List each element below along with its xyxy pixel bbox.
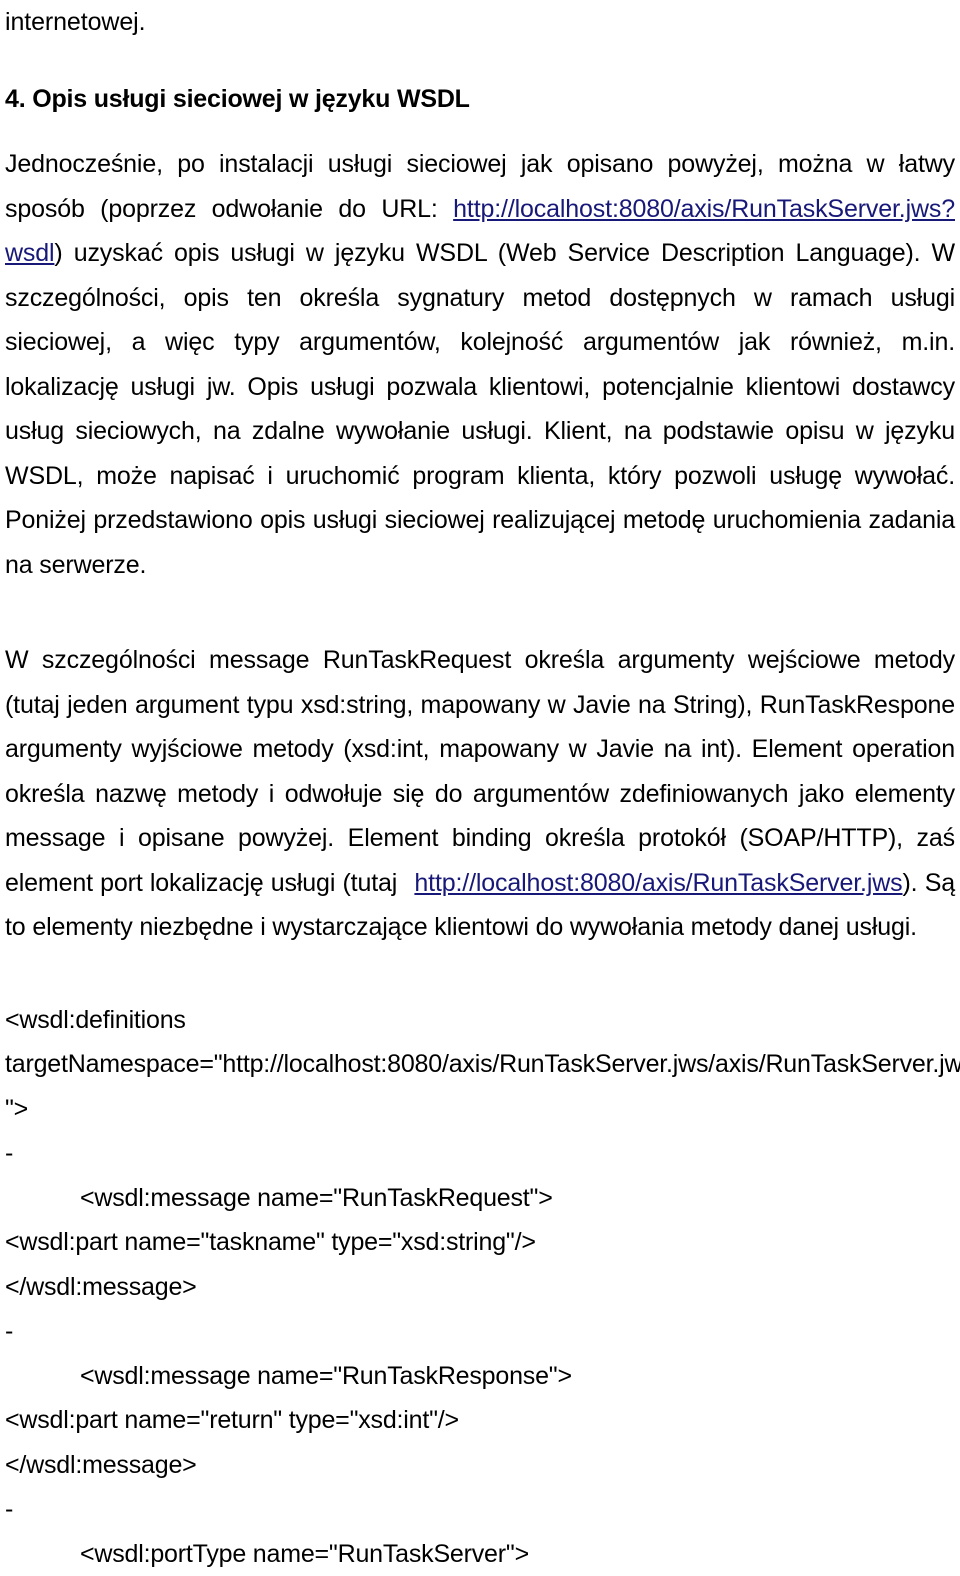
wsdl-code-line: <wsdl:message name="RunTaskRequest"> bbox=[5, 1176, 955, 1221]
paragraph-second-part1: W szczególności message RunTaskRequest o… bbox=[5, 646, 955, 897]
wsdl-code-line: targetNamespace="http://localhost:8080/a… bbox=[5, 1042, 955, 1087]
paragraph-second: W szczególności message RunTaskRequest o… bbox=[5, 638, 955, 950]
document-page: internetowej. 4. Opis usługi sieciowej w… bbox=[0, 0, 960, 1421]
continuation-text: internetowej. bbox=[5, 0, 955, 42]
paragraph-intro-part2: ) uzyskać opis usługi w języku WSDL (Web… bbox=[5, 239, 955, 579]
wsdl-code-line: </wsdl:message> bbox=[5, 1443, 955, 1488]
wsdl-code-line: <wsdl:portType name="RunTaskServer"> bbox=[5, 1532, 955, 1576]
wsdl-code-line: <wsdl:message name="RunTaskResponse"> bbox=[5, 1354, 955, 1399]
service-port-url-link[interactable]: http://localhost:8080/axis/RunTaskServer… bbox=[414, 869, 902, 897]
wsdl-code-line: </wsdl:message> bbox=[5, 1265, 955, 1310]
xml-collapse-marker[interactable]: - bbox=[5, 1131, 955, 1176]
wsdl-code-line: <wsdl:part name="return" type="xsd:int"/… bbox=[5, 1398, 955, 1443]
wsdl-code-line: <wsdl:part name="taskname" type="xsd:str… bbox=[5, 1220, 955, 1265]
wsdl-listing: <wsdl:definitionstargetNamespace="http:/… bbox=[5, 998, 955, 1576]
wsdl-code-line: "> bbox=[5, 1087, 955, 1132]
wsdl-code-line: <wsdl:definitions bbox=[5, 998, 955, 1043]
xml-collapse-marker[interactable]: - bbox=[5, 1487, 955, 1532]
paragraph-intro: Jednocześnie, po instalacji usługi sieci… bbox=[5, 142, 955, 587]
xml-collapse-marker[interactable]: - bbox=[5, 1309, 955, 1354]
section-heading: 4. Opis usługi sieciowej w języku WSDL bbox=[5, 82, 955, 116]
